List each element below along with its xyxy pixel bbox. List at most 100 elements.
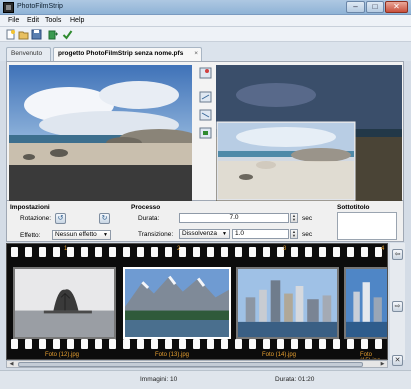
transition-select[interactable]: Dissolvenza ▼ bbox=[179, 229, 230, 239]
sprocket-hole bbox=[95, 247, 102, 257]
total-duration: Durata: 01:20 bbox=[275, 376, 315, 383]
sprocket-hole bbox=[235, 247, 242, 257]
transition-select-value: Dissolvenza bbox=[182, 230, 218, 237]
duration-stepper[interactable]: ▲ ▼ bbox=[290, 213, 298, 223]
spin-up-down-icon: ▲ ▼ bbox=[292, 213, 296, 222]
set-end-icon[interactable] bbox=[199, 109, 212, 121]
sprocket-hole bbox=[305, 339, 312, 349]
remove-picture-button[interactable]: ✕ bbox=[392, 355, 403, 366]
sprocket-hole bbox=[165, 339, 172, 349]
fit-icon[interactable] bbox=[199, 127, 212, 139]
sprocket-hole bbox=[81, 339, 88, 349]
tab-close-icon[interactable]: × bbox=[194, 48, 198, 60]
transition-duration-input[interactable]: 1.0 bbox=[232, 229, 289, 239]
sprocket-hole bbox=[123, 247, 130, 257]
sprocket-hole bbox=[179, 339, 186, 349]
new-project-icon[interactable] bbox=[5, 29, 16, 40]
sprocket-hole bbox=[53, 339, 60, 349]
sprocket-hole bbox=[25, 247, 32, 257]
sprocket-hole bbox=[361, 247, 368, 257]
sprocket-hole bbox=[305, 247, 312, 257]
menu-bar: File Edit Tools Help bbox=[0, 15, 411, 27]
import-pictures-icon[interactable] bbox=[48, 29, 59, 40]
processo-title: Processo bbox=[131, 204, 161, 211]
impostazioni-title: Impostazioni bbox=[10, 204, 50, 211]
sprocket-hole bbox=[81, 247, 88, 257]
swap-icon[interactable] bbox=[199, 91, 212, 103]
sprocket-hole bbox=[347, 247, 354, 257]
sprocket-hole bbox=[109, 339, 116, 349]
frame-thumbnail[interactable] bbox=[123, 267, 231, 339]
minimize-button[interactable]: – bbox=[346, 1, 365, 13]
render-icon[interactable] bbox=[62, 29, 73, 40]
end-preview-image[interactable] bbox=[216, 65, 402, 201]
sprocket-hole bbox=[333, 247, 340, 257]
preview-side-toolbar bbox=[196, 65, 214, 201]
menu-edit[interactable]: Edit bbox=[27, 17, 39, 24]
sprocket-hole bbox=[291, 247, 298, 257]
menu-tools[interactable]: Tools bbox=[45, 17, 61, 24]
sprocket-hole bbox=[221, 339, 228, 349]
sprocket-hole bbox=[291, 339, 298, 349]
sprocket-hole bbox=[221, 247, 228, 257]
subtitle-textarea[interactable] bbox=[337, 212, 397, 240]
sprocket-hole bbox=[319, 339, 326, 349]
sprocket-hole bbox=[39, 247, 46, 257]
remove-icon: ✕ bbox=[394, 357, 401, 364]
move-left-button[interactable]: ⇦ bbox=[392, 249, 403, 260]
sottotitolo-title: Sottotitolo bbox=[337, 204, 370, 211]
window-title: PhotoFilmStrip bbox=[17, 3, 63, 10]
filmstrip-side-toolbar: ⇦ ⇨ ✕ bbox=[390, 243, 405, 366]
duration-unit: sec bbox=[302, 215, 313, 222]
set-start-icon[interactable] bbox=[199, 67, 212, 79]
start-preview-image[interactable] bbox=[9, 65, 192, 201]
save-project-icon[interactable] bbox=[31, 29, 42, 40]
sprocket-hole bbox=[53, 247, 60, 257]
filmstrip-scrollbar[interactable]: ◀ ▶ bbox=[6, 360, 388, 368]
move-right-button[interactable]: ⇨ bbox=[392, 301, 403, 312]
frame-caption: Foto (13).jpg bbox=[155, 352, 190, 358]
title-bar: PhotoFilmStrip – □ ✕ bbox=[0, 0, 411, 15]
sprocket-hole bbox=[347, 339, 354, 349]
sprocket-hole bbox=[11, 339, 18, 349]
rotate-right-button[interactable]: ↻ bbox=[99, 213, 110, 224]
frame-caption: Foto (12).jpg bbox=[45, 352, 80, 358]
spin-up-down-icon: ▲ ▼ bbox=[292, 229, 296, 238]
open-project-icon[interactable] bbox=[18, 29, 29, 40]
effect-select[interactable]: Nessun effetto ▼ bbox=[52, 230, 111, 240]
tab-project[interactable]: progetto PhotoFilmStrip senza nome.pfs × bbox=[53, 47, 202, 61]
frame-thumbnail[interactable] bbox=[344, 267, 388, 339]
sprocket-hole bbox=[165, 247, 172, 257]
sprocket-hole bbox=[207, 247, 214, 257]
rotate-left-button[interactable]: ↺ bbox=[55, 213, 66, 224]
frame-number: 3 bbox=[283, 246, 287, 252]
frame-number: 2 bbox=[177, 246, 181, 252]
image-count: Immagini: 10 bbox=[140, 376, 178, 383]
scroll-left-icon[interactable]: ◀ bbox=[7, 361, 16, 367]
frame-thumbnail[interactable] bbox=[13, 267, 116, 339]
tab-welcome[interactable]: Benvenuto bbox=[6, 47, 51, 61]
sprocket-hole bbox=[25, 339, 32, 349]
sprocket-hole bbox=[67, 247, 74, 257]
sprocket-hole bbox=[67, 339, 74, 349]
menu-file[interactable]: File bbox=[8, 17, 19, 24]
scrollbar-thumb[interactable] bbox=[18, 362, 363, 367]
duration-input[interactable]: 7.0 bbox=[179, 213, 289, 223]
sprocket-hole bbox=[151, 247, 158, 257]
sprocket-hole bbox=[95, 339, 102, 349]
transition-duration-stepper[interactable]: ▲ ▼ bbox=[290, 229, 298, 239]
preview-area bbox=[6, 61, 404, 201]
menu-help[interactable]: Help bbox=[70, 17, 84, 24]
sprocket-hole bbox=[249, 339, 256, 349]
filmstrip: 1 2 3 4 Foto (12).jpg Foto (13).jpg Foto… bbox=[6, 243, 388, 360]
sprocket-hole bbox=[151, 339, 158, 349]
sprocket-hole bbox=[193, 247, 200, 257]
close-window-button[interactable]: ✕ bbox=[385, 1, 408, 13]
scroll-right-icon[interactable]: ▶ bbox=[378, 361, 387, 367]
sprocket-hole bbox=[263, 339, 270, 349]
maximize-button[interactable]: □ bbox=[366, 1, 384, 13]
chevron-down-icon: ▼ bbox=[222, 231, 227, 237]
frame-thumbnail[interactable] bbox=[236, 267, 339, 339]
tab-project-label: progetto PhotoFilmStrip senza nome.pfs bbox=[58, 50, 184, 57]
frame-number: 1 bbox=[64, 246, 68, 252]
